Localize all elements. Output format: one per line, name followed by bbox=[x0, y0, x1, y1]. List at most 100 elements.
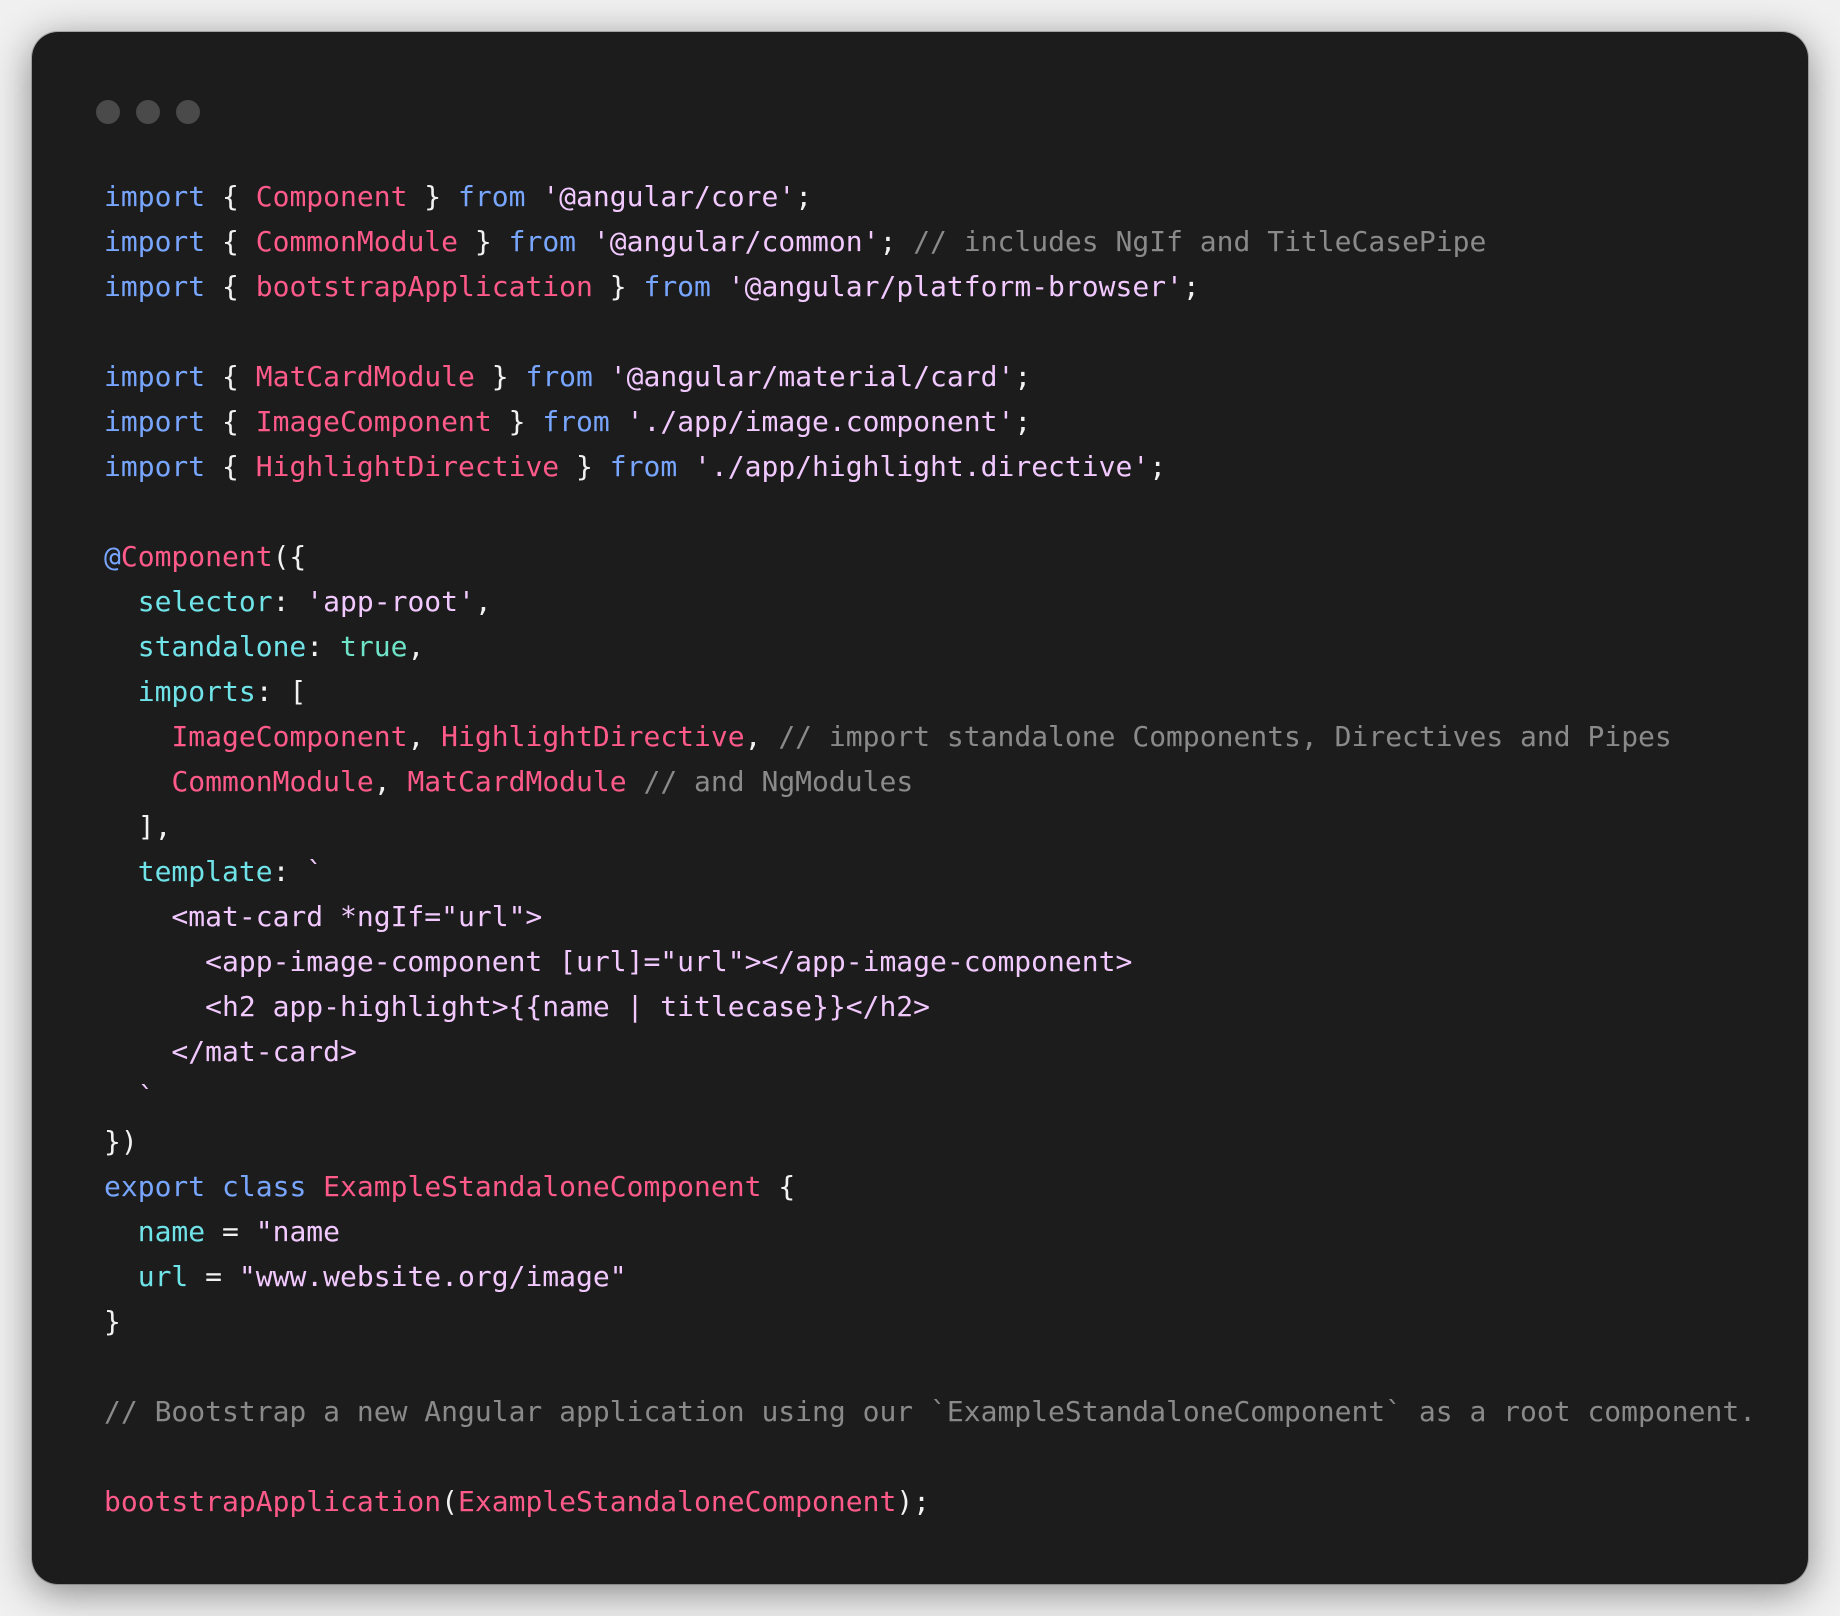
code-token-punct: ( bbox=[441, 1485, 459, 1518]
code-token-punct: } bbox=[458, 225, 509, 258]
code-token-tmpl: <mat-card *ngIf="url"> bbox=[104, 900, 543, 933]
code-token-punct: : bbox=[272, 585, 307, 618]
code-token-tmpl: <app-image-component [url]="url"></app-i… bbox=[104, 945, 1133, 978]
code-token-punct bbox=[104, 855, 138, 888]
code-line: import { bootstrapApplication } from '@a… bbox=[104, 264, 1756, 309]
code-token-keyword: import bbox=[104, 180, 206, 213]
code-token-punct: , bbox=[474, 585, 492, 618]
code-token-punct: : bbox=[306, 630, 341, 663]
code-token-decor: @ bbox=[104, 540, 121, 573]
code-token-comment: // includes NgIf and TitleCasePipe bbox=[913, 225, 1487, 258]
code-line: imports: [ bbox=[104, 669, 1756, 714]
code-token-ident: bootstrapApplication bbox=[104, 1485, 442, 1518]
code-token-punct bbox=[610, 405, 627, 438]
code-token-string: '@angular/core' bbox=[542, 180, 796, 213]
code-token-keyword: import bbox=[104, 270, 206, 303]
code-token-punct: { bbox=[205, 405, 256, 438]
code-token-punct: { bbox=[205, 270, 256, 303]
close-dot-icon[interactable] bbox=[96, 100, 120, 124]
code-token-comment: // import standalone Components, Directi… bbox=[778, 720, 1672, 753]
code-token-punct bbox=[104, 675, 138, 708]
code-block: import { Component } from '@angular/core… bbox=[104, 174, 1756, 1524]
code-token-punct: } bbox=[474, 360, 526, 393]
code-token-punct: ; bbox=[1149, 450, 1167, 483]
code-token-string: "www.website.org/image" bbox=[238, 1260, 627, 1293]
code-token-punct: : bbox=[272, 855, 307, 888]
code-token-ident: bootstrapApplication bbox=[255, 270, 593, 303]
code-token-tmpl: </mat-card> bbox=[104, 1035, 357, 1068]
code-token-punct bbox=[593, 360, 610, 393]
code-token-punct: ; bbox=[1182, 270, 1200, 303]
zoom-dot-icon[interactable] bbox=[176, 100, 200, 124]
code-token-punct bbox=[576, 225, 593, 258]
code-token-punct bbox=[104, 585, 138, 618]
code-token-punct: , bbox=[407, 630, 425, 663]
window-titlebar bbox=[32, 32, 1808, 132]
code-token-ident: MatCardModule bbox=[255, 360, 475, 393]
code-token-punct: } bbox=[104, 1305, 121, 1338]
code-token-keyword: import bbox=[104, 225, 206, 258]
code-token-keyword: from bbox=[542, 405, 610, 438]
code-token-keyword: import bbox=[104, 450, 206, 483]
code-line: import { Component } from '@angular/core… bbox=[104, 174, 1756, 219]
code-token-prop: name bbox=[137, 1215, 206, 1248]
minimize-dot-icon[interactable] bbox=[136, 100, 160, 124]
code-token-string: './app/highlight.directive' bbox=[694, 450, 1150, 483]
code-token-punct: , bbox=[744, 720, 779, 753]
code-line: template: ` bbox=[104, 849, 1756, 894]
code-line: ​ bbox=[104, 309, 1756, 354]
code-token-ident: HighlightDirective bbox=[441, 720, 745, 753]
code-token-punct bbox=[104, 1260, 138, 1293]
code-token-prop: template bbox=[137, 855, 273, 888]
code-token-punct: } bbox=[559, 450, 610, 483]
code-line: url = "www.website.org/image" bbox=[104, 1254, 1756, 1299]
code-token-punct: , bbox=[407, 720, 442, 753]
code-line: import { MatCardModule } from '@angular/… bbox=[104, 354, 1756, 399]
code-line: ​ bbox=[104, 1434, 1756, 1479]
code-token-string: './app/image.component' bbox=[626, 405, 1015, 438]
code-token-punct: }) bbox=[104, 1125, 138, 1158]
code-token-prop: standalone bbox=[137, 630, 307, 663]
code-token-punct: { bbox=[205, 180, 256, 213]
code-token-punct bbox=[711, 270, 728, 303]
code-token-punct bbox=[104, 1215, 138, 1248]
code-token-prop: selector bbox=[137, 585, 273, 618]
code-token-ident: ExampleStandaloneComponent bbox=[323, 1170, 762, 1203]
code-token-ident: ImageComponent bbox=[171, 720, 408, 753]
code-line: @Component({ bbox=[104, 534, 1756, 579]
code-token-punct bbox=[104, 630, 138, 663]
code-token-bool: true bbox=[340, 630, 408, 663]
code-line: <app-image-component [url]="url"></app-i… bbox=[104, 939, 1756, 984]
code-line: <h2 app-highlight>{{name | titlecase}}</… bbox=[104, 984, 1756, 1029]
code-line: standalone: true, bbox=[104, 624, 1756, 669]
code-window: import { Component } from '@angular/core… bbox=[32, 32, 1808, 1584]
code-token-punct bbox=[306, 1170, 323, 1203]
code-token-punct: ); bbox=[896, 1485, 931, 1518]
code-token-punct: } bbox=[407, 180, 459, 213]
code-line: ], bbox=[104, 804, 1756, 849]
code-line: </mat-card> bbox=[104, 1029, 1756, 1074]
code-token-string: '@angular/platform-browser' bbox=[727, 270, 1183, 303]
code-token-comment: // Bootstrap a new Angular application u… bbox=[104, 1395, 1757, 1428]
code-token-ident: ExampleStandaloneComponent bbox=[458, 1485, 897, 1518]
code-token-punct: } bbox=[491, 405, 543, 438]
code-token-punct: = bbox=[188, 1260, 239, 1293]
code-token-punct: { bbox=[205, 450, 256, 483]
code-token-tmpl: ` bbox=[104, 1080, 155, 1113]
code-token-keyword: from bbox=[508, 225, 577, 258]
code-token-punct: ({ bbox=[272, 540, 307, 573]
code-token-ident: CommonModule bbox=[171, 765, 374, 798]
code-token-ident: ImageComponent bbox=[255, 405, 492, 438]
code-token-keyword: from bbox=[609, 450, 678, 483]
code-line: CommonModule, MatCardModule // and NgMod… bbox=[104, 759, 1756, 804]
code-token-keyword: export bbox=[104, 1170, 206, 1203]
code-token-punct: ; bbox=[1014, 405, 1032, 438]
code-token-punct bbox=[677, 450, 694, 483]
code-token-string: '@angular/common' bbox=[592, 225, 880, 258]
code-line: } bbox=[104, 1299, 1756, 1344]
code-token-ident: MatCardModule bbox=[407, 765, 627, 798]
code-line: }) bbox=[104, 1119, 1756, 1164]
code-token-punct: ], bbox=[104, 810, 172, 843]
code-token-punct bbox=[627, 765, 644, 798]
code-token-punct: , bbox=[373, 765, 408, 798]
